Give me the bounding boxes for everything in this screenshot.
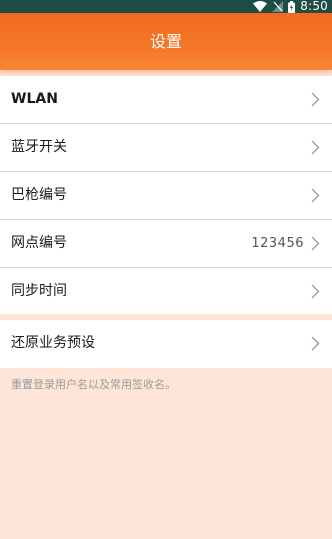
settings-item-label: 还原业务预设 bbox=[11, 335, 95, 351]
chevron-right-icon bbox=[311, 336, 320, 351]
app-header: 设置 bbox=[0, 13, 332, 70]
settings-list: WLAN 蓝牙开关 巴枪编号 网点编号 123456 同步时间 bbox=[0, 76, 332, 314]
chevron-right-icon bbox=[311, 236, 320, 251]
settings-item-reset[interactable]: 还原业务预设 bbox=[0, 320, 332, 367]
status-time: 8:50 bbox=[300, 0, 328, 13]
settings-item-sync-time[interactable]: 同步时间 bbox=[0, 268, 332, 315]
settings-item-label: 网点编号 bbox=[11, 235, 67, 251]
status-icons: 8:50 bbox=[253, 0, 328, 13]
reset-section: 还原业务预设 bbox=[0, 320, 332, 368]
settings-item-label: 巴枪编号 bbox=[11, 187, 67, 203]
settings-item-label: 同步时间 bbox=[11, 283, 67, 299]
settings-item-bluetooth[interactable]: 蓝牙开关 bbox=[0, 124, 332, 172]
branch-number-value: 123456 bbox=[251, 236, 304, 251]
signal-icon bbox=[272, 1, 284, 12]
chevron-right-icon bbox=[311, 188, 320, 203]
settings-item-scanner-number[interactable]: 巴枪编号 bbox=[0, 172, 332, 220]
chevron-right-icon bbox=[311, 284, 320, 299]
settings-item-label: 蓝牙开关 bbox=[11, 139, 67, 155]
status-bar: 8:50 bbox=[0, 0, 332, 13]
chevron-right-icon bbox=[311, 140, 320, 155]
settings-item-branch-number[interactable]: 网点编号 123456 bbox=[0, 220, 332, 268]
chevron-right-icon bbox=[311, 92, 320, 107]
settings-item-wlan[interactable]: WLAN bbox=[0, 76, 332, 124]
reset-hint-text: 重置登录用户名以及常用签收名。 bbox=[11, 378, 176, 391]
wifi-icon bbox=[253, 1, 268, 12]
battery-icon bbox=[288, 0, 296, 13]
page-title: 设置 bbox=[149, 32, 182, 51]
settings-item-label: WLAN bbox=[11, 91, 58, 107]
